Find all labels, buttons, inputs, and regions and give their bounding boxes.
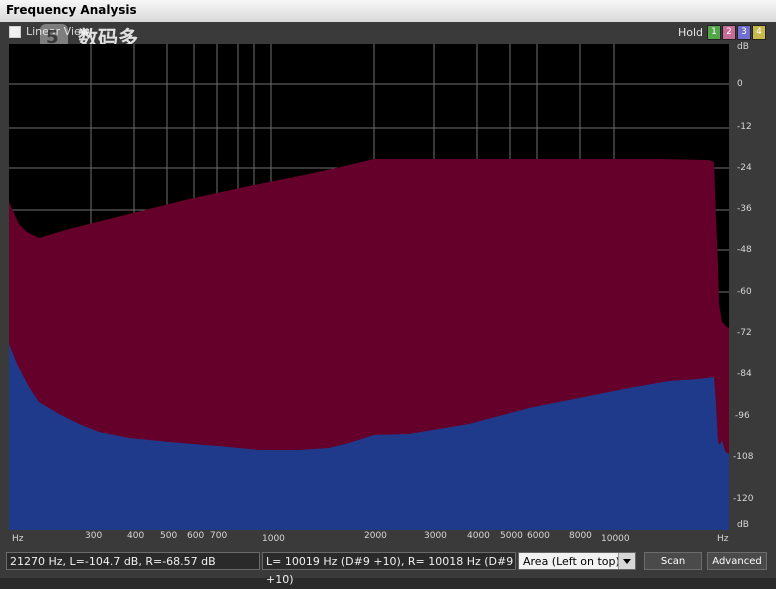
- title-bar: Frequency Analysis: [0, 0, 776, 23]
- x-tick-label: 3000: [424, 531, 447, 541]
- y-axis-unit-bottom: dB: [737, 520, 749, 530]
- chevron-down-icon[interactable]: [618, 553, 635, 569]
- x-axis-unit-left: Hz: [12, 534, 24, 544]
- window-title: Frequency Analysis: [6, 3, 137, 17]
- linear-view-label: Linear View: [26, 25, 90, 38]
- x-tick-label: 400: [127, 531, 145, 541]
- x-tick-label: 5000: [500, 531, 523, 541]
- x-tick-label: 300: [85, 531, 103, 541]
- spectrum-plot[interactable]: [9, 44, 729, 530]
- y-tick-label: -36: [737, 204, 752, 214]
- x-tick-label: 10000: [601, 534, 630, 544]
- advanced-button[interactable]: Advanced: [707, 552, 767, 570]
- x-tick-label: 8000: [569, 531, 592, 541]
- x-tick-label: 6000: [527, 531, 550, 541]
- peak-readout: L= 10019 Hz (D#9 +10), R= 10018 Hz (D#9 …: [262, 552, 516, 586]
- y-tick-label: 0: [737, 79, 743, 89]
- view-mode-value: Area (Left on top): [523, 555, 620, 568]
- y-tick-label: -120: [733, 494, 754, 504]
- x-axis-unit-right: Hz: [717, 534, 729, 544]
- frequency-scale: Hz 300 400 500 600 700 1000 2000 3000 40…: [9, 530, 729, 546]
- spectrum-svg: [9, 44, 729, 530]
- hold-button-3[interactable]: 3: [737, 25, 751, 40]
- y-axis-unit-top: dB: [737, 42, 749, 52]
- hold-button-1[interactable]: 1: [707, 25, 721, 40]
- y-tick-label: -48: [737, 245, 752, 255]
- view-mode-select[interactable]: Area (Left on top): [518, 552, 636, 570]
- hold-button-4[interactable]: 4: [752, 25, 766, 40]
- x-tick-label: 500: [160, 531, 178, 541]
- y-tick-label: -24: [737, 163, 752, 173]
- toolbar: Linear View 5 数码多 Soomal.com Hold 1 2 3 …: [0, 22, 776, 59]
- x-tick-label: 2000: [364, 531, 387, 541]
- x-tick-label: 1000: [262, 534, 285, 544]
- linear-view-checkbox[interactable]: [9, 26, 21, 38]
- cursor-readout: 21270 Hz, L=-104.7 dB, R=-68.57 dB: [6, 552, 260, 570]
- db-scale: dB 0 -12 -24 -36 -48 -60 -72 -84 -96 -10…: [729, 42, 759, 544]
- y-tick-label: -60: [737, 287, 752, 297]
- status-bar: 21270 Hz, L=-104.7 dB, R=-68.57 dB L= 10…: [0, 548, 776, 586]
- hold-label: Hold: [678, 26, 704, 39]
- hold-button-2[interactable]: 2: [722, 25, 736, 40]
- y-tick-label: -12: [737, 122, 752, 132]
- y-tick-label: -108: [733, 452, 754, 462]
- x-tick-label: 600: [187, 531, 205, 541]
- y-tick-label: -84: [737, 369, 752, 379]
- x-tick-label: 700: [210, 531, 228, 541]
- y-tick-label: -96: [735, 411, 750, 421]
- x-tick-label: 4000: [467, 531, 490, 541]
- y-tick-label: -72: [737, 328, 752, 338]
- frequency-analysis-window: Frequency Analysis Linear View 5 数码多 Soo…: [0, 0, 776, 586]
- scan-button[interactable]: Scan: [644, 552, 702, 570]
